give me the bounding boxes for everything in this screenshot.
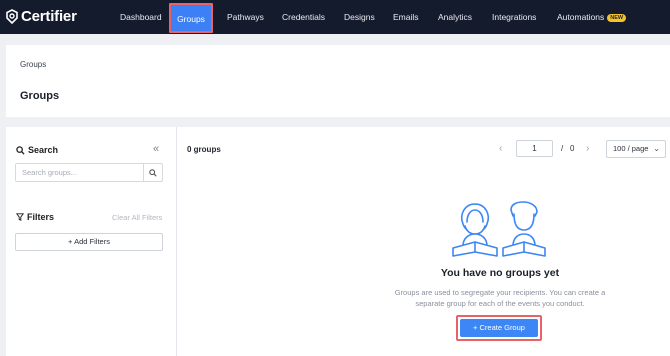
filters-label: Filters xyxy=(27,212,55,222)
certifier-logo-icon xyxy=(6,9,18,24)
page-size-select[interactable]: 100 / page ⌄ xyxy=(606,140,666,158)
filter-sidebar: Search « Filters Clear All Filters + Add… xyxy=(6,127,177,356)
next-page-chevron-icon[interactable]: › xyxy=(586,143,589,154)
page-size-value: 100 / page xyxy=(613,144,649,153)
search-input[interactable] xyxy=(16,164,144,181)
page-title: Groups xyxy=(20,90,60,102)
add-filters-button[interactable]: + Add Filters xyxy=(15,233,163,251)
page-separator: / xyxy=(561,144,564,153)
main-panel: Search « Filters Clear All Filters + Add… xyxy=(6,127,670,356)
groups-count: 0 groups xyxy=(187,145,221,154)
search-icon xyxy=(16,145,25,155)
empty-state-title: You have no groups yet xyxy=(440,267,560,279)
nav-analytics[interactable]: Analytics xyxy=(438,0,472,34)
breadcrumb[interactable]: Groups xyxy=(20,60,46,69)
nav-emails[interactable]: Emails xyxy=(393,0,419,34)
brand-name: Certifier xyxy=(21,8,77,25)
search-icon xyxy=(149,168,157,177)
nav-groups[interactable]: Groups xyxy=(169,3,213,33)
chevron-down-icon: ⌄ xyxy=(653,144,660,153)
top-navigation: Certifier Dashboard Groups Pathways Cred… xyxy=(0,0,670,34)
nav-integrations[interactable]: Integrations xyxy=(492,0,536,34)
people-reading-illustration-icon xyxy=(452,201,546,257)
search-box xyxy=(15,163,163,182)
search-section-title: Search xyxy=(16,145,58,155)
certifier-logo[interactable]: Certifier xyxy=(6,8,77,25)
page-number-input[interactable]: 1 xyxy=(516,140,553,157)
filter-icon xyxy=(16,213,24,221)
page-header: Groups Groups xyxy=(6,45,670,117)
search-label: Search xyxy=(28,145,59,155)
total-pages: 0 xyxy=(570,144,575,153)
clear-all-filters-link[interactable]: Clear All Filters xyxy=(112,213,162,222)
nav-designs[interactable]: Designs xyxy=(344,0,375,34)
nav-credentials[interactable]: Credentials xyxy=(282,0,325,34)
filters-section-title: Filters xyxy=(16,212,54,222)
new-badge: NEW xyxy=(607,14,627,22)
collapse-sidebar-icon[interactable]: « xyxy=(153,143,159,155)
search-button[interactable] xyxy=(143,164,162,181)
create-group-button[interactable]: + Create Group xyxy=(460,319,538,337)
nav-pathways[interactable]: Pathways xyxy=(227,0,264,34)
empty-state-description: Groups are used to segregate your recipi… xyxy=(394,288,606,308)
nav-automations-label: Automations xyxy=(557,12,605,22)
nav-dashboard[interactable]: Dashboard xyxy=(120,0,162,34)
nav-automations[interactable]: Automations NEW xyxy=(557,0,627,34)
create-group-button-highlight: + Create Group xyxy=(456,315,542,341)
prev-page-chevron-icon[interactable]: ‹ xyxy=(499,143,502,154)
